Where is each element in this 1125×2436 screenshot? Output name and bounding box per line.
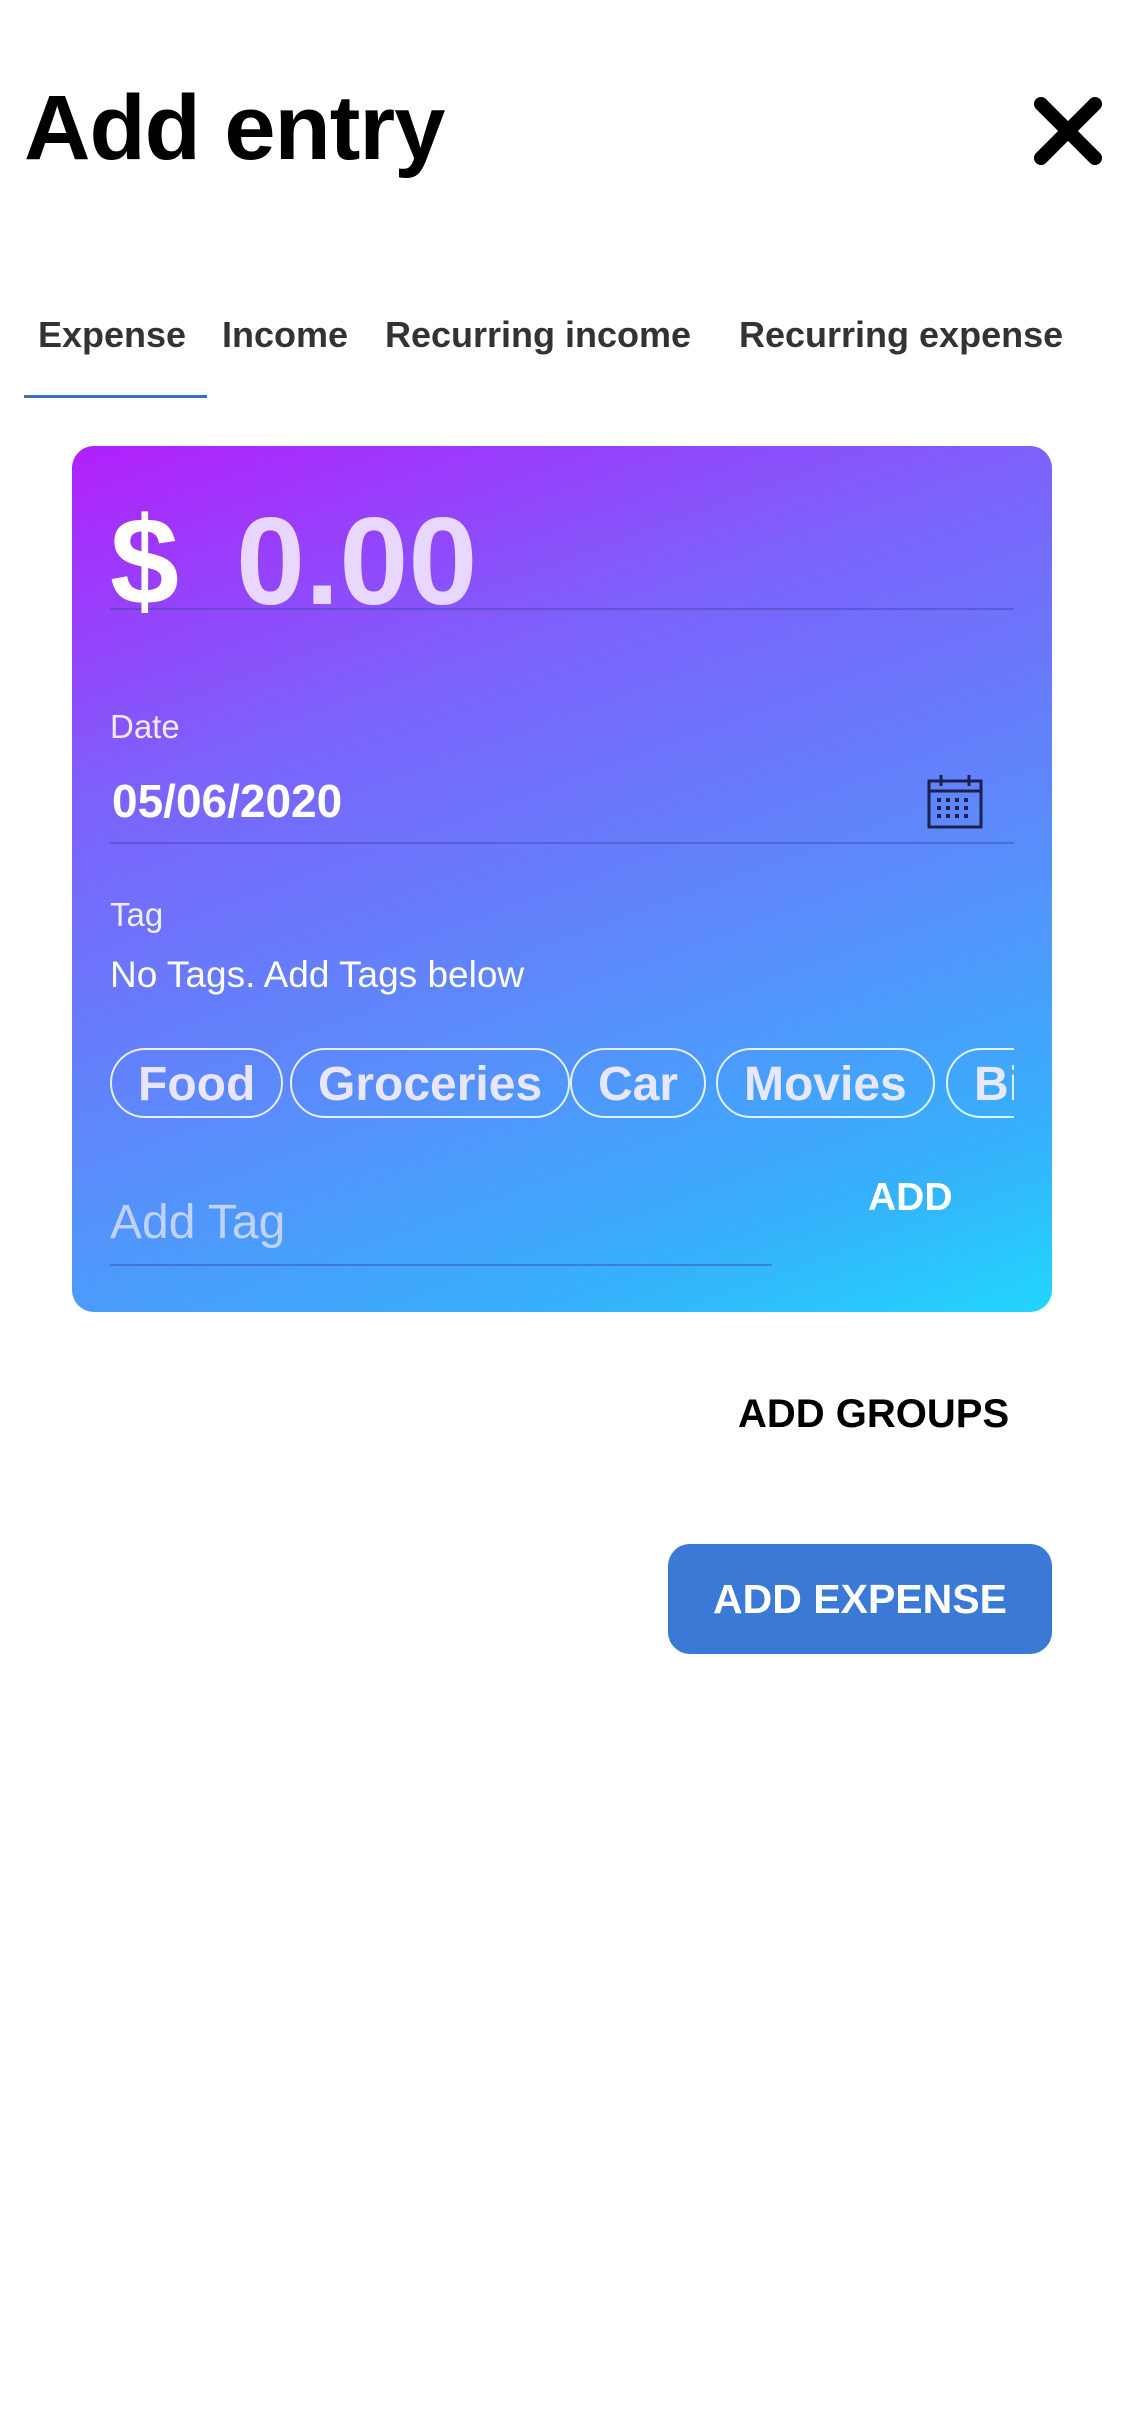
tag-chip-food[interactable]: Food	[110, 1048, 284, 1118]
entry-type-tabs: Expense Income Recurring income Recurrin…	[24, 300, 1124, 400]
tag-chip-movies[interactable]: Movies	[716, 1048, 935, 1118]
tag-chip-partial[interactable]: Bi	[946, 1048, 1014, 1118]
tab-recurring-expense[interactable]: Recurring expense	[739, 314, 1063, 356]
add-tag-input[interactable]	[110, 1182, 772, 1262]
tag-chip-car[interactable]: Car	[570, 1048, 707, 1118]
active-tab-indicator	[24, 395, 207, 398]
add-groups-button[interactable]: ADD GROUPS	[738, 1392, 1009, 1437]
amount-field[interactable]: $ 0.00	[110, 500, 1014, 624]
close-icon[interactable]	[1033, 96, 1103, 166]
tab-income[interactable]: Income	[222, 314, 348, 356]
tags-empty-note: No Tags. Add Tags below	[110, 954, 525, 995]
date-value[interactable]: 05/06/2020	[112, 774, 342, 828]
tab-recurring-income[interactable]: Recurring income	[385, 314, 691, 356]
add-tag-button[interactable]: ADD	[868, 1176, 953, 1220]
tab-expense[interactable]: Expense	[38, 314, 186, 356]
tag-chip-list: Food Groceries Car Movies Bi	[110, 1048, 1014, 1124]
amount-value[interactable]: 0.00	[236, 500, 477, 624]
add-expense-button[interactable]: ADD EXPENSE	[668, 1544, 1052, 1654]
date-label: Date	[110, 708, 180, 745]
date-field[interactable]: 05/06/2020	[110, 766, 1014, 844]
tag-chip-groceries[interactable]: Groceries	[290, 1048, 571, 1118]
tag-label: Tag	[110, 896, 164, 933]
calendar-icon[interactable]	[926, 772, 984, 830]
currency-symbol: $	[110, 493, 179, 631]
entry-card: $ 0.00 Date 05/06/2020 Tag No Tags. Add …	[72, 446, 1052, 1312]
page-title: Add entry	[24, 77, 445, 179]
add-tag-field	[110, 1182, 772, 1266]
